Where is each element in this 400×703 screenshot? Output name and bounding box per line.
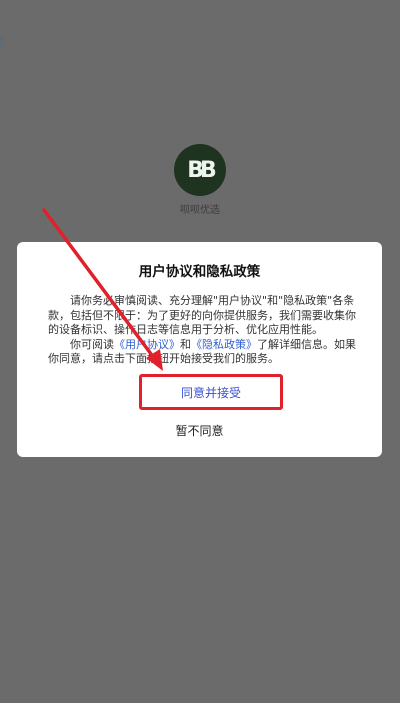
user-agreement-link[interactable]: 《用户协议》 (114, 338, 180, 351)
agree-button[interactable]: 同意并接受 (139, 374, 283, 410)
privacy-dialog: 用户协议和隐私政策 请你务必审慎阅读、充分理解"用户协议"和"隐私政策"各条款，… (17, 242, 382, 457)
para2-prefix: 你可阅读 (70, 337, 114, 351)
dialog-title: 用户协议和隐私政策 (138, 264, 261, 280)
logo-text: BB (187, 157, 216, 183)
app-logo: BB (174, 144, 226, 196)
decline-button[interactable]: 暂不同意 (17, 422, 382, 439)
decline-button-label: 暂不同意 (175, 424, 224, 438)
dialog-paragraph-1: 请你务必审慎阅读、充分理解"用户协议"和"隐私政策"各条款，包括但不限于：为了更… (48, 294, 356, 337)
app-name: 呗呗优选 (180, 205, 220, 216)
privacy-policy-link[interactable]: 《隐私政策》 (191, 338, 257, 351)
dialog-body: 请你务必审慎阅读、充分理解"用户协议"和"隐私政策"各条款，包括但不限于：为了更… (48, 294, 366, 367)
agree-button-label: 同意并接受 (180, 385, 241, 400)
dialog-paragraph-2: 你可阅读《用户协议》和《隐私政策》了解详细信息。如果你同意，请点击下面按钮开始接… (48, 338, 366, 367)
para2-and: 和 (180, 337, 191, 351)
edge-indicator (0, 36, 4, 50)
